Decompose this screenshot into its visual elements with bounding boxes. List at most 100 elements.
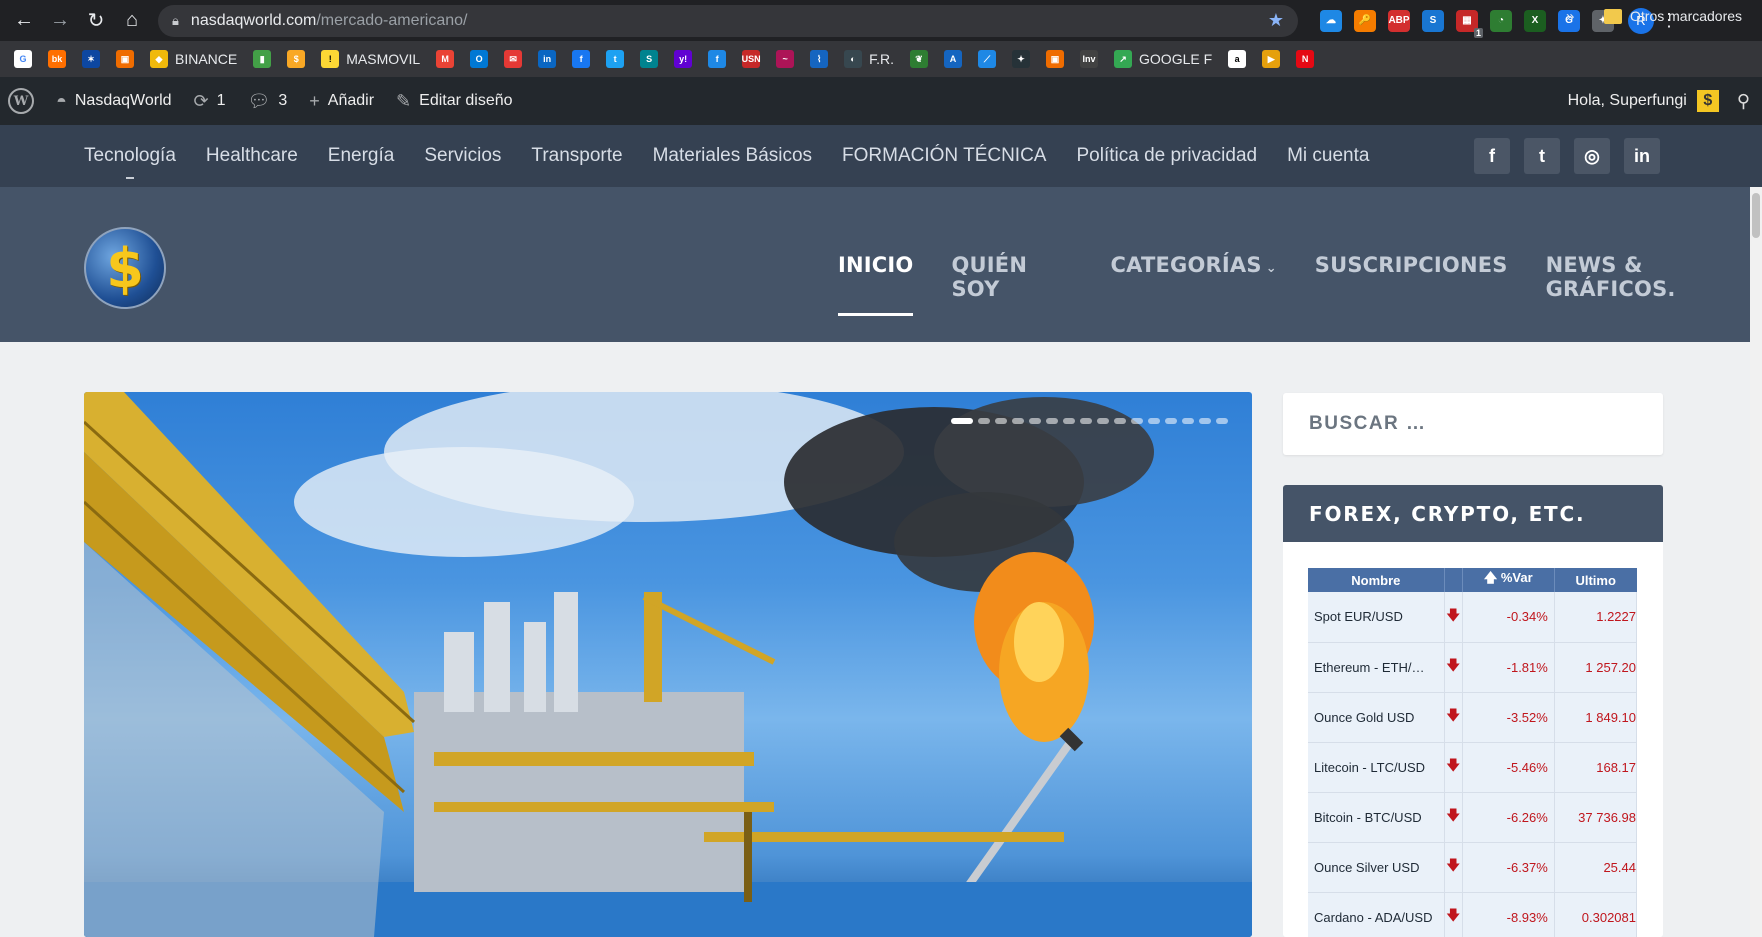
nav-inicio[interactable]: INICIO — [838, 253, 914, 316]
bookmark-investing[interactable]: Inv — [1080, 50, 1099, 68]
slider-dot[interactable] — [1012, 418, 1024, 424]
bookmark-facebook[interactable]: f — [572, 50, 591, 68]
bookmark-orange-square[interactable]: ▣ — [116, 50, 134, 68]
bookmark-orange-square-2[interactable]: ▣ — [1046, 50, 1065, 68]
scrollbar-thumb[interactable] — [1752, 193, 1760, 238]
bookmark-binance[interactable]: ◆ BINANCE — [150, 50, 237, 68]
cloud-icon[interactable]: ☁ — [1320, 9, 1342, 32]
slider-dot[interactable] — [978, 418, 990, 424]
topnav-item[interactable]: Tecnología — [84, 145, 176, 179]
bookmark-gmail[interactable]: M — [436, 50, 455, 68]
bookmark-a-logo[interactable]: A — [944, 50, 963, 68]
slider-dot[interactable] — [1029, 418, 1041, 424]
other-bookmarks[interactable]: Otros marcadores — [1604, 8, 1742, 24]
bookmark-f-circle[interactable]: f — [708, 50, 727, 68]
back-icon[interactable]: ← — [6, 3, 42, 39]
slider-dot[interactable] — [1165, 418, 1177, 424]
bookmark-amazon[interactable]: a — [1228, 50, 1247, 68]
twitter-icon[interactable]: t — [1524, 138, 1560, 174]
table-row[interactable]: Cardano - ADA/USD 🡇 -8.93% 0.302081 — [1308, 892, 1638, 937]
bookmark-caixabank[interactable]: ✶ — [82, 50, 100, 68]
slider-dot[interactable] — [951, 418, 973, 424]
col-nombre[interactable]: Nombre — [1308, 568, 1445, 592]
bookmark-usn[interactable]: USN — [742, 50, 761, 68]
topnav-item[interactable]: FORMACIÓN TÉCNICA — [842, 145, 1046, 167]
bookmark-outlook[interactable]: O — [470, 50, 489, 68]
slider-dot[interactable] — [995, 418, 1007, 424]
bookmark-google-finance[interactable]: ↗ GOOGLE F — [1114, 50, 1212, 68]
col-ultimo[interactable]: Ultimo — [1554, 568, 1637, 592]
bookmark-plex[interactable]: ▶ — [1262, 50, 1281, 68]
page-scrollbar[interactable] — [1750, 187, 1762, 937]
slider-dot[interactable] — [1114, 418, 1126, 424]
bookmark-bk[interactable]: bk — [48, 50, 66, 68]
topnav-item[interactable]: Política de privacidad — [1076, 145, 1257, 167]
chart-extension-icon[interactable]: ◔ — [1490, 9, 1512, 32]
table-row[interactable]: Ounce Silver USD 🡇 -6.37% 25.44 — [1308, 842, 1638, 893]
bookmark-star-icon[interactable]: ★ — [1268, 10, 1284, 31]
table-row[interactable]: Litecoin - LTC/USD 🡇 -5.46% 168.17 — [1308, 742, 1638, 793]
instagram-icon[interactable]: ◎ — [1574, 138, 1610, 174]
wp-add-new[interactable]: + Añadir — [309, 91, 374, 112]
home-icon[interactable]: ⌂ — [114, 3, 150, 39]
table-row[interactable]: Ethereum - ETH/… 🡇 -1.81% 1 257.20 — [1308, 642, 1638, 693]
topnav-item[interactable]: Mi cuenta — [1287, 145, 1369, 167]
slider-dot[interactable] — [1046, 418, 1058, 424]
wp-logo-button[interactable]: W — [0, 88, 34, 114]
slider-dot[interactable] — [1148, 418, 1160, 424]
bookmark-trend[interactable]: ⟋ — [978, 50, 997, 68]
nav-news-graficos[interactable]: NEWS & GRÁFICOS. — [1546, 253, 1762, 301]
table-row[interactable]: Spot EUR/USD 🡇 -0.34% 1.2227 — [1308, 592, 1638, 643]
bookmark-bird[interactable]: ✦ — [1012, 50, 1031, 68]
slider-dot[interactable] — [1182, 418, 1194, 424]
bookmark-netflix[interactable]: N — [1296, 50, 1315, 68]
topnav-item[interactable]: Healthcare — [206, 145, 298, 167]
search-input[interactable] — [1309, 413, 1629, 435]
reload-icon[interactable]: ↻ — [78, 3, 114, 39]
bookmark-yahoo[interactable]: y! — [674, 50, 693, 68]
wp-greeting[interactable]: Hola, Superfungi — [1568, 92, 1687, 110]
topnav-item[interactable]: Transporte — [531, 145, 622, 167]
site-logo[interactable]: $ — [84, 227, 166, 309]
s-extension-icon[interactable]: S — [1422, 9, 1444, 32]
bookmark-twitter[interactable]: t — [606, 50, 625, 68]
search-icon[interactable]: ⚲ — [1737, 91, 1750, 112]
table-row[interactable]: Bitcoin - BTC/USD 🡇 -6.26% 37 736.98 — [1308, 792, 1638, 843]
calendar-extension-icon[interactable]: ▦ 1 — [1456, 9, 1483, 38]
slider-dot[interactable] — [1063, 418, 1075, 424]
user-avatar[interactable]: $ — [1696, 90, 1719, 112]
adblock-plus-icon[interactable]: ABP — [1388, 9, 1410, 32]
wp-site-name[interactable]: ◓ NasdaqWorld — [56, 91, 172, 112]
bookmark-google[interactable]: G — [14, 50, 32, 68]
bookmarks-overflow-icon[interactable]: » — [1566, 8, 1574, 25]
bookmark-coin[interactable]: $ — [287, 50, 306, 68]
nav-categorias[interactable]: CATEGORÍAS ⌄ — [1111, 253, 1277, 301]
topnav-item[interactable]: Materiales Básicos — [653, 145, 812, 167]
slider-dot[interactable] — [1216, 418, 1228, 424]
slider-dot[interactable] — [1097, 418, 1109, 424]
slider-dot[interactable] — [1131, 418, 1143, 424]
address-bar[interactable]: 🔒︎ nasdaqworld.com /mercado-americano/ ★ — [158, 4, 1298, 37]
bookmark-green-leaf[interactable]: ❦ — [910, 50, 929, 68]
bookmark-linkedin[interactable]: in — [538, 50, 557, 68]
bookmark-bars[interactable]: ▮ — [253, 50, 272, 68]
slider-dot[interactable] — [1080, 418, 1092, 424]
bookmark-masmovil[interactable]: ! MASMOVIL — [321, 50, 420, 68]
forward-icon[interactable]: → — [42, 3, 78, 39]
topnav-item[interactable]: Energía — [328, 145, 395, 167]
topnav-item[interactable]: Servicios — [424, 145, 501, 167]
nav-quien-soy[interactable]: QUIÉN SOY — [951, 253, 1072, 301]
table-row[interactable]: Ounce Gold USD 🡇 -3.52% 1 849.10 — [1308, 692, 1638, 743]
bookmark-wave[interactable]: ~ — [776, 50, 795, 68]
featured-slider[interactable] — [84, 392, 1252, 937]
slider-dot[interactable] — [1199, 418, 1211, 424]
key-icon[interactable]: 🔑 — [1354, 9, 1376, 32]
col-var[interactable]: 🡅 %Var — [1462, 568, 1555, 592]
nav-suscripciones[interactable]: SUSCRIPCIONES — [1315, 253, 1508, 301]
excel-icon[interactable]: X — [1524, 9, 1546, 32]
facebook-icon[interactable]: f — [1474, 138, 1510, 174]
bookmark-mail[interactable]: ✉ — [504, 50, 523, 68]
bookmark-s-link[interactable]: S — [640, 50, 659, 68]
wp-edit-design[interactable]: ✎ Editar diseño — [396, 91, 512, 112]
wp-updates[interactable]: ⟳ 1 — [194, 91, 226, 112]
